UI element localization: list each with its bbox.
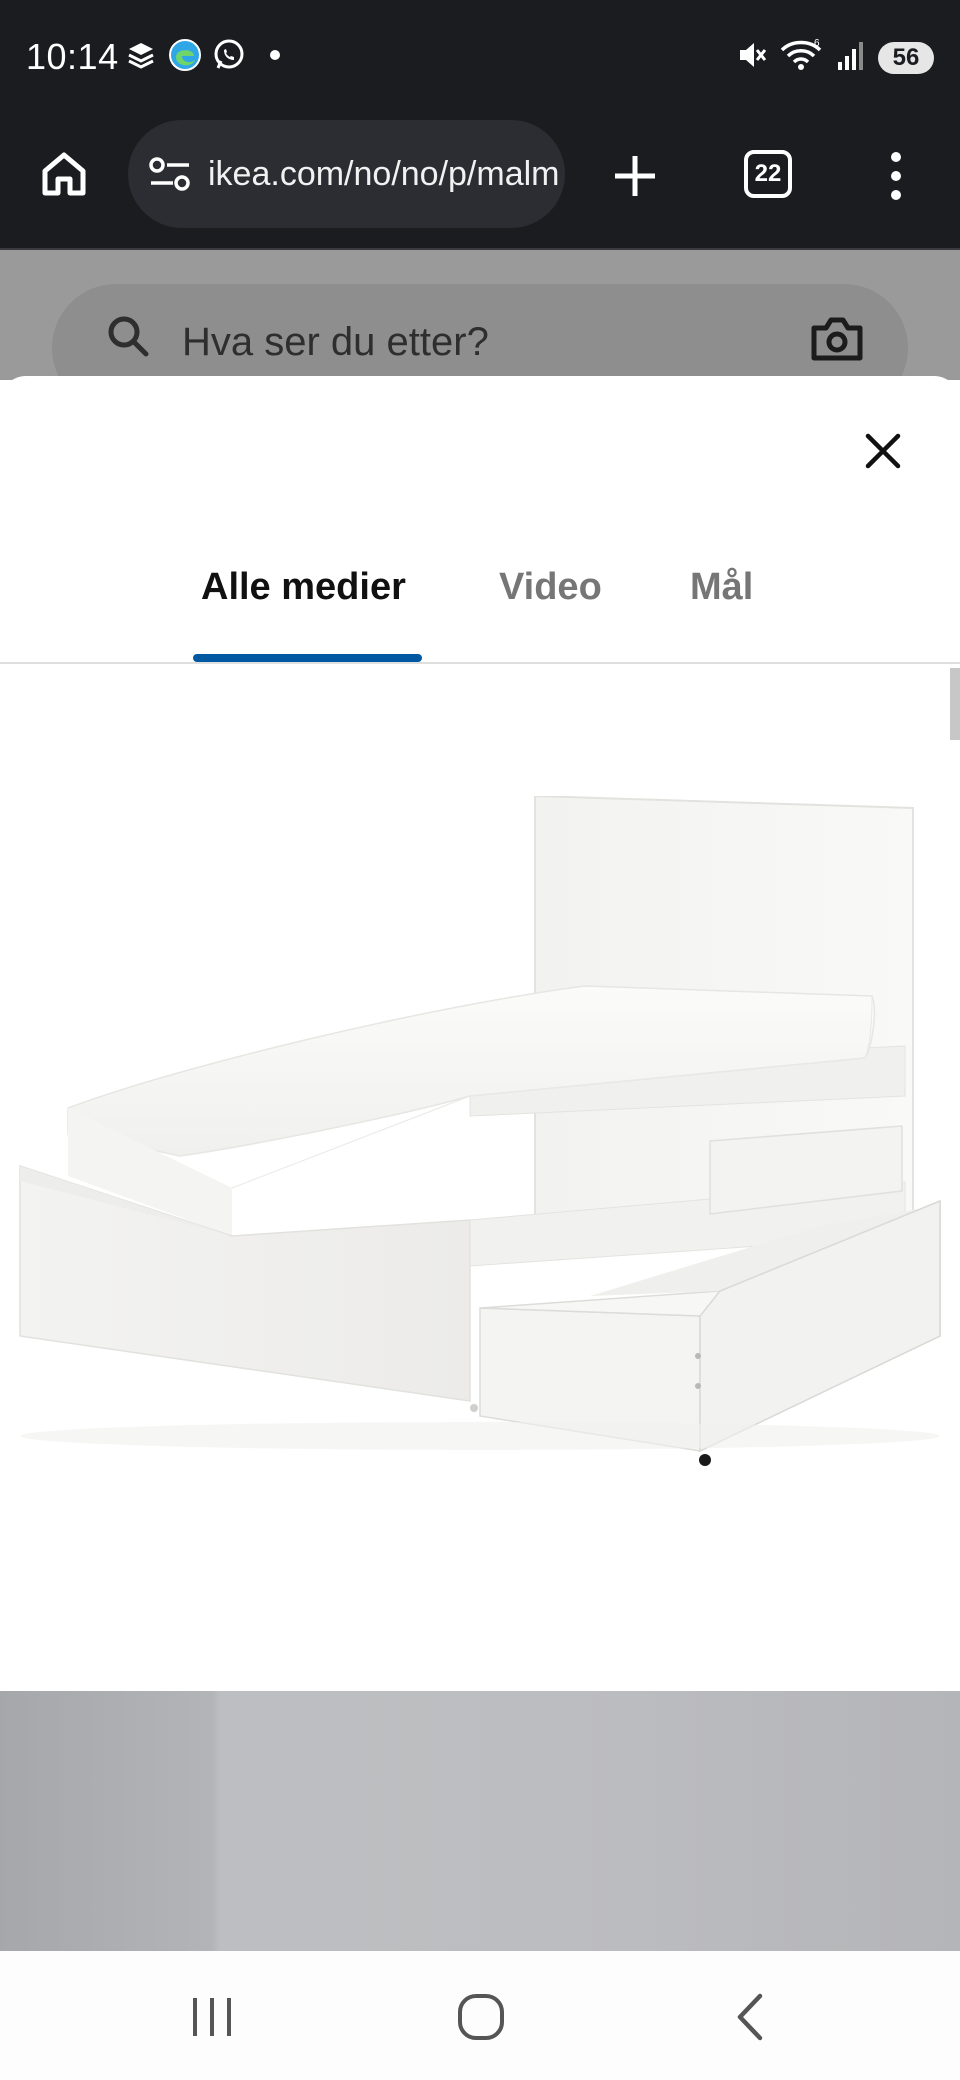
tab-alle-medier[interactable]: Alle medier [201, 564, 406, 664]
home-circle-icon[interactable] [451, 1987, 511, 2047]
svg-text:6: 6 [814, 38, 820, 49]
signal-icon [836, 38, 866, 77]
bed-product-image [19, 796, 941, 1466]
browser-toolbar: ikea.com/no/no/p/malm 22 [0, 116, 960, 250]
status-app-icons [124, 38, 280, 72]
scrollbar[interactable] [950, 668, 960, 740]
media-tabs: Alle medier Video Mål [0, 564, 960, 664]
address-bar[interactable]: ikea.com/no/no/p/malm [128, 120, 565, 228]
tabs-button[interactable]: 22 [744, 150, 792, 198]
battery-indicator: 56 [878, 41, 934, 74]
background-page-overlay: Hva ser du etter? [0, 250, 960, 412]
recents-icon[interactable] [182, 1987, 242, 2047]
wifi-icon: 6 [780, 38, 824, 77]
status-bar: 10:14 6 56 [0, 0, 960, 116]
more-icon[interactable] [876, 146, 916, 206]
tune-icon[interactable] [148, 152, 192, 196]
tab-mal[interactable]: Mål [690, 564, 753, 664]
search-icon [108, 316, 149, 357]
home-icon [42, 152, 86, 196]
close-icon[interactable] [860, 428, 906, 474]
status-time: 10:14 [26, 36, 119, 77]
home-button[interactable] [36, 146, 92, 202]
system-nav-bar [0, 1951, 960, 2080]
whatsapp-icon [212, 38, 246, 72]
tab-video[interactable]: Video [499, 564, 602, 664]
camera-icon [811, 317, 863, 361]
layers-icon [124, 38, 158, 72]
status-system-icons: 6 56 [734, 38, 934, 77]
mute-icon [734, 38, 768, 77]
screen: 10:14 6 56 ikea.com/no/no/p/malm 22 Hva … [0, 0, 960, 2080]
plus-icon [615, 156, 655, 196]
room-photo-thumbnail[interactable] [0, 1691, 960, 1951]
active-tab-indicator [193, 654, 422, 662]
media-modal: Alle medier Video Mål [0, 376, 960, 1951]
edge-icon [168, 38, 202, 72]
dot-icon [270, 50, 280, 60]
product-image[interactable] [0, 666, 960, 1691]
search-placeholder: Hva ser du etter? [182, 320, 489, 364]
back-icon[interactable] [720, 1987, 780, 2047]
new-tab-button[interactable] [605, 146, 665, 206]
url-text: ikea.com/no/no/p/malm [208, 154, 560, 193]
